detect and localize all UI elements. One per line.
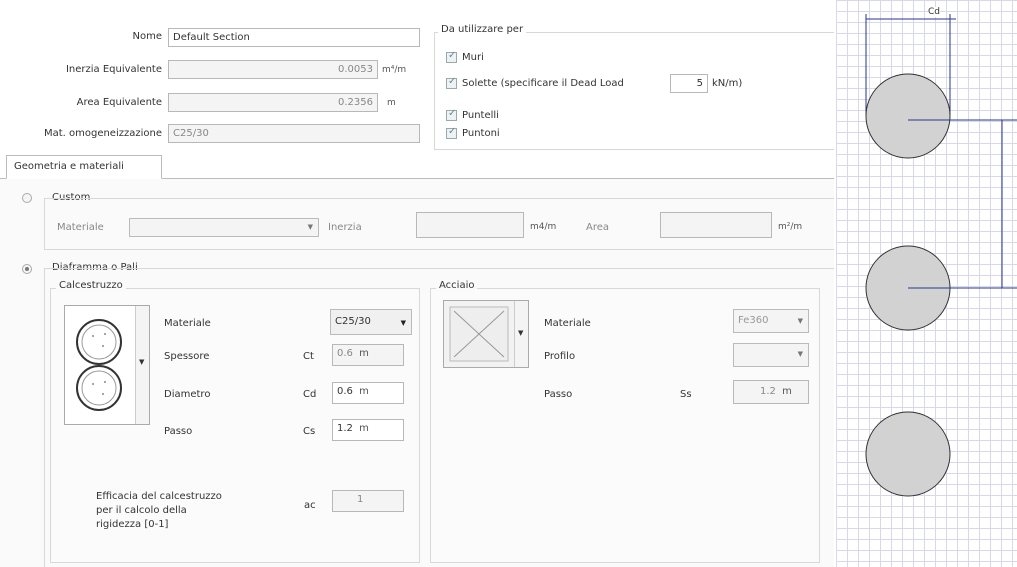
diametro-label: Diametro [164,389,211,400]
chevron-down-icon: ▼ [797,317,803,325]
custom-radio[interactable] [22,193,32,203]
solette-label: Solette (specificare il Dead Load [462,78,624,89]
puntelli-label: Puntelli [462,110,499,121]
pile-section-icon [76,319,122,411]
diaframma-radio[interactable] [22,264,32,274]
mat-omogeneizzazione-field: C25/30 [168,124,420,143]
puntelli-checkbox[interactable] [446,108,457,121]
profilo-select[interactable]: ▼ [733,343,809,367]
custom-inerzia-unit: m4/m [530,222,557,232]
section-preview-drawing [865,14,1017,497]
chevron-down-icon: ▼ [518,329,524,337]
acciaio-passo-value: 1.2 [760,386,776,397]
efficacia-input[interactable]: 1 [332,490,404,512]
profilo-label: Profilo [544,351,576,362]
efficacia-line-1: Efficacia del calcestruzzo [96,491,222,502]
inerzia-equivalente-unit: m⁴/m [382,65,407,75]
dead-load-input[interactable]: 5 [670,74,708,93]
spessore-input[interactable]: 0.6 m [332,344,404,366]
custom-area-label: Area [586,222,610,233]
chevron-down-icon: ▼ [307,223,313,231]
diametro-unit: m [359,386,369,397]
cls-passo-input[interactable]: 1.2 m [332,419,404,441]
spessore-label: Spessore [164,351,210,362]
cls-passo-label: Passo [164,426,193,437]
acciaio-materiale-label: Materiale [544,318,591,329]
cls-passo-symbol: Cs [303,426,316,437]
acciaio-passo-input[interactable]: 1.2 m [733,380,809,404]
efficacia-line-3: rigidezza [0-1] [96,519,169,530]
cls-materiale-value: C25/30 [335,316,371,327]
pile-type-selector[interactable]: ▼ [64,305,150,425]
mat-omogeneizzazione-label: Mat. omogeneizzazione [43,128,162,139]
efficacia-value: 1 [357,494,364,505]
custom-area-input[interactable] [660,212,772,238]
spessore-symbol: Ct [303,351,314,362]
custom-inerzia-label: Inerzia [328,222,362,233]
pile-selector-dropdown-button[interactable]: ▼ [135,306,149,424]
nome-label: Nome [132,31,163,42]
chevron-down-icon: ▼ [139,358,145,366]
acciaio-materiale-value: Fe360 [738,315,769,326]
puntoni-checkbox[interactable] [446,126,457,139]
acciaio-materiale-select[interactable]: Fe360 ▼ [733,309,809,333]
section-preview: Cd [836,0,1017,567]
spessore-value: 0.6 [337,348,353,359]
area-equivalente-unit: m [387,98,396,108]
solette-checkbox[interactable] [446,76,457,89]
inerzia-equivalente-field: 0.0053 [168,60,378,79]
muri-checkbox[interactable] [446,50,457,63]
no-steel-icon [449,306,509,362]
cls-passo-unit: m [359,423,369,434]
inerzia-equivalente-label: Inerzia Equivalente [65,64,162,75]
cls-passo-value: 1.2 [337,423,353,434]
muri-label: Muri [462,52,484,63]
area-equivalente-label: Area Equivalente [76,97,162,108]
custom-inerzia-input[interactable] [416,212,524,238]
diametro-symbol: Cd [303,389,317,400]
efficacia-label: Efficacia del calcestruzzo per il calcol… [96,490,222,532]
cls-materiale-label: Materiale [164,318,211,329]
nome-input[interactable]: Default Section [168,28,420,47]
acciaio-passo-unit: m [782,386,792,397]
spessore-unit: m [359,348,369,359]
dead-load-unit: kN/m) [712,78,743,89]
steel-selector-dropdown-button[interactable]: ▼ [514,301,528,367]
acciaio-passo-label: Passo [544,389,573,400]
uso-group-title: Da utilizzare per [438,24,527,35]
acciaio-passo-symbol: Ss [680,389,692,400]
chevron-down-icon: ▼ [400,319,406,327]
acciaio-title: Acciaio [436,280,478,291]
tab-geometria[interactable]: Geometria e materiali [6,155,162,179]
puntoni-label: Puntoni [462,128,500,139]
cls-materiale-select[interactable]: C25/30 ▼ [330,309,412,335]
diametro-input[interactable]: 0.6 m [332,382,404,404]
chevron-down-icon: ▼ [797,350,803,358]
area-equivalente-field: 0.2356 [168,93,378,112]
custom-area-unit: m²/m [778,222,803,232]
tab-geometria-label: Geometria e materiali [14,161,124,172]
calcestruzzo-title: Calcestruzzo [56,280,126,291]
steel-type-selector[interactable]: ▼ [443,300,529,368]
custom-materiale-label: Materiale [57,222,104,233]
diametro-value: 0.6 [337,386,353,397]
cd-dimension-label: Cd [928,7,940,17]
efficacia-symbol: ac [304,500,316,511]
efficacia-line-2: per il calcolo della [96,505,187,516]
custom-materiale-select[interactable]: ▼ [129,218,319,237]
